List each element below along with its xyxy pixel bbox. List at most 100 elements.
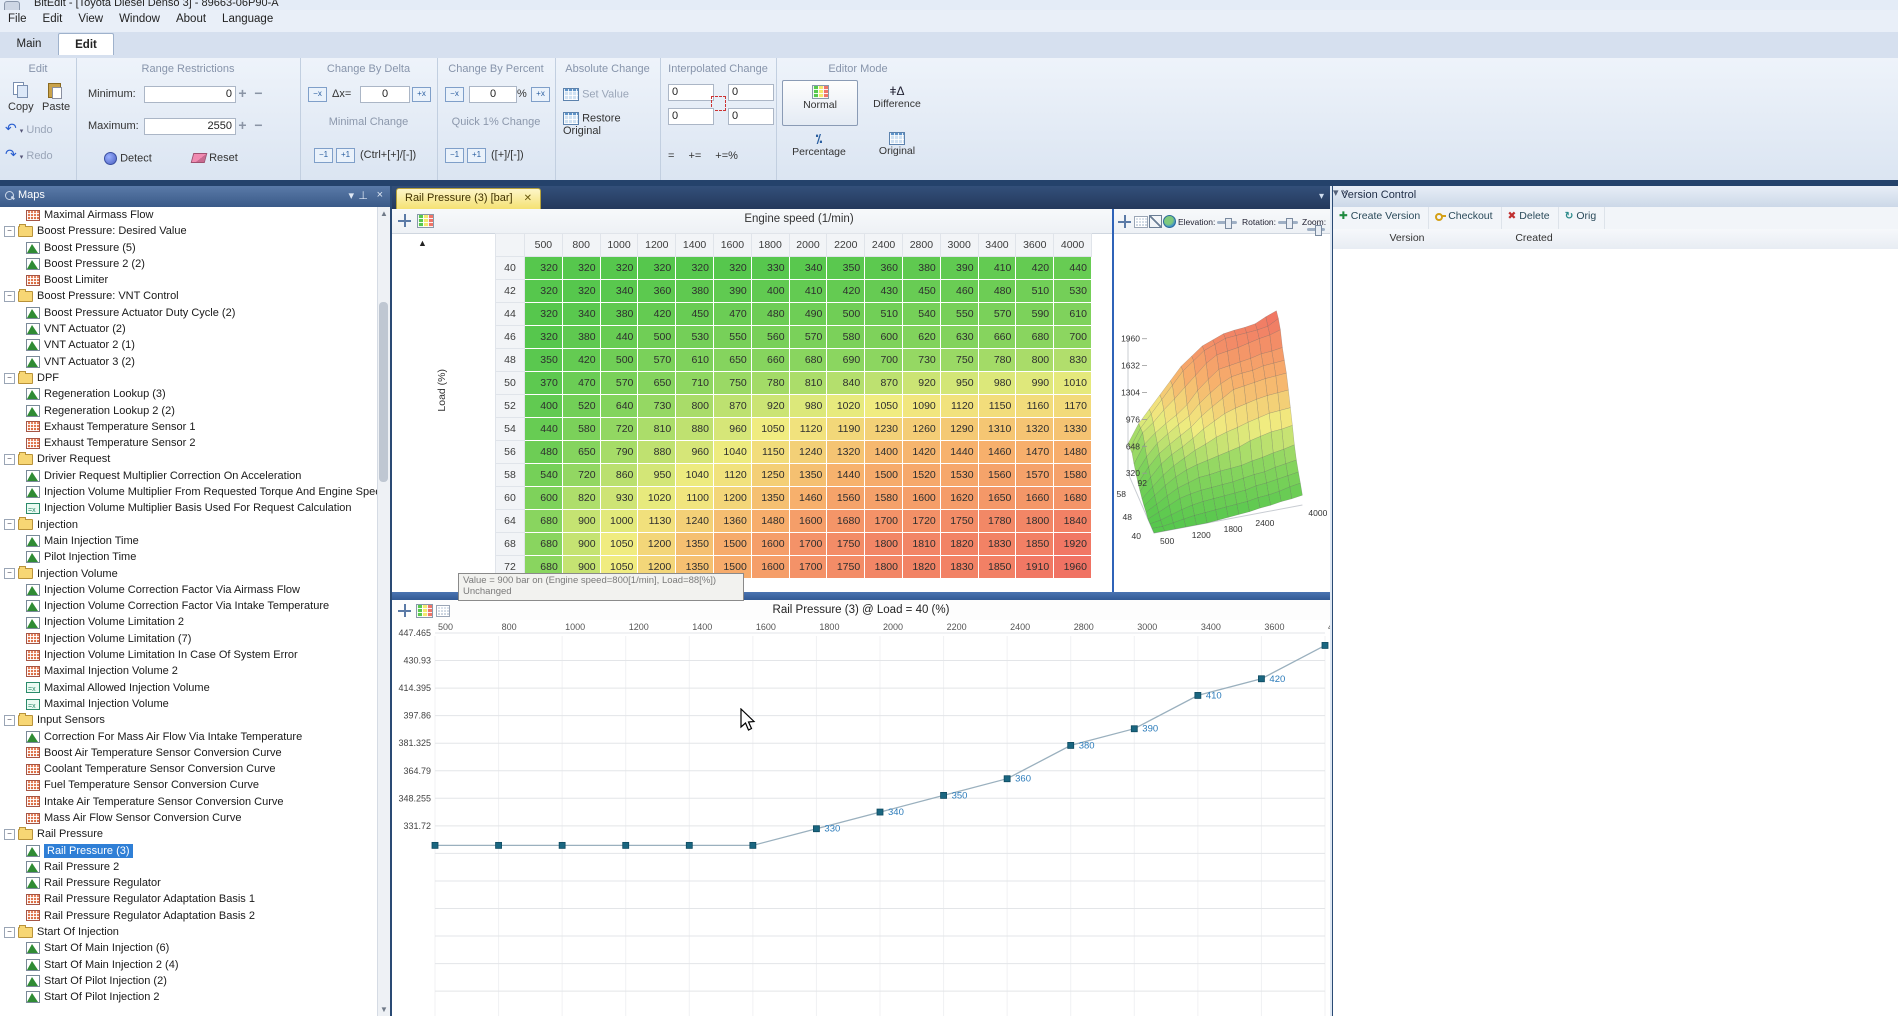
- version-toolbar-delete[interactable]: ✖ Delete: [1502, 207, 1559, 229]
- map-cell[interactable]: 1660: [1016, 487, 1054, 510]
- version-toolbar-create-version[interactable]: ✚ Create Version: [1333, 207, 1429, 229]
- tree-expander-icon[interactable]: −: [4, 226, 15, 237]
- map-cell[interactable]: 980: [789, 395, 827, 418]
- menu-item-language[interactable]: Language: [214, 10, 281, 28]
- minimum-increase-button[interactable]: +: [236, 85, 249, 101]
- scrollbar-thumb[interactable]: [379, 302, 388, 482]
- menu-item-edit[interactable]: Edit: [35, 10, 71, 28]
- surface-3d-plot[interactable]: 1960163213049766483209258484050012001800…: [1114, 233, 1330, 592]
- map-cell[interactable]: 390: [713, 280, 751, 303]
- map-cell[interactable]: 320: [600, 257, 638, 280]
- map-cell[interactable]: 700: [865, 349, 903, 372]
- map-cell[interactable]: 690: [827, 349, 865, 372]
- tree-item[interactable]: Rail Pressure Regulator: [0, 875, 378, 891]
- map-cell[interactable]: 730: [638, 395, 676, 418]
- quick-decrease-button[interactable]: −1: [445, 148, 464, 163]
- wireframe-icon[interactable]: [1149, 215, 1162, 228]
- data-point[interactable]: [1195, 692, 1201, 698]
- map-cell[interactable]: 1150: [978, 395, 1016, 418]
- map-cell[interactable]: 340: [562, 303, 600, 326]
- map-cell[interactable]: 320: [638, 257, 676, 280]
- map-cell[interactable]: 1560: [978, 464, 1016, 487]
- tree-expander-icon[interactable]: −: [4, 927, 15, 938]
- grid-col-header[interactable]: 1600: [713, 234, 751, 257]
- map-cell[interactable]: 620: [902, 326, 940, 349]
- map-cell[interactable]: 380: [600, 303, 638, 326]
- interp-bottom-left-input[interactable]: 0: [668, 108, 714, 125]
- tree-item[interactable]: Mass Air Flow Sensor Conversion Curve: [0, 810, 378, 826]
- grid-row-header[interactable]: 56: [496, 441, 525, 464]
- map-cell[interactable]: 320: [525, 280, 563, 303]
- map-cell[interactable]: 1440: [827, 464, 865, 487]
- map-cell[interactable]: 520: [562, 395, 600, 418]
- map-cell[interactable]: 630: [940, 326, 978, 349]
- map-cell[interactable]: 570: [789, 326, 827, 349]
- tree-item[interactable]: Maximal Allowed Injection Volume: [0, 680, 378, 696]
- restore-original-button[interactable]: Restore Original: [563, 112, 660, 137]
- tree-item[interactable]: Rail Pressure Regulator Adaptation Basis…: [0, 908, 378, 924]
- map-cell[interactable]: 830: [1054, 349, 1092, 372]
- editor-mode-difference[interactable]: ǂΔDifference: [860, 80, 934, 124]
- grid-col-header[interactable]: 3400: [978, 234, 1016, 257]
- map-cell[interactable]: 1000: [600, 510, 638, 533]
- map-cell[interactable]: 1700: [789, 533, 827, 556]
- ribbon-tab-edit[interactable]: Edit: [58, 33, 114, 55]
- tree-item[interactable]: VNT Actuator 3 (2): [0, 354, 378, 370]
- interp-bottom-right-input[interactable]: 0: [728, 108, 774, 125]
- scroll-up-icon[interactable]: ▲: [378, 207, 390, 220]
- map-cell[interactable]: 330: [751, 257, 789, 280]
- tree-item[interactable]: Boost Limiter: [0, 272, 378, 288]
- minimal-increase-button[interactable]: +1: [336, 148, 355, 163]
- map-cell[interactable]: 1290: [940, 418, 978, 441]
- interp-top-right-input[interactable]: 0: [728, 84, 774, 101]
- map-cell[interactable]: 460: [940, 280, 978, 303]
- map-cell[interactable]: 1620: [940, 487, 978, 510]
- map-cell[interactable]: 1120: [940, 395, 978, 418]
- tree-item[interactable]: Boost Pressure 2 (2): [0, 256, 378, 272]
- map-cell[interactable]: 1420: [902, 441, 940, 464]
- grid-col-header[interactable]: 500: [525, 234, 563, 257]
- grid-col-header[interactable]: 2000: [789, 234, 827, 257]
- grid-col-header[interactable]: 2200: [827, 234, 865, 257]
- map-cell[interactable]: 1100: [676, 487, 714, 510]
- map-cell[interactable]: 540: [902, 303, 940, 326]
- map-cell[interactable]: 1750: [827, 533, 865, 556]
- grid-row-header[interactable]: 64: [496, 510, 525, 533]
- map-cell[interactable]: 1040: [676, 464, 714, 487]
- map-cell[interactable]: 1350: [676, 533, 714, 556]
- version-toolbar-checkout[interactable]: Checkout: [1429, 207, 1501, 229]
- map-cell[interactable]: 1460: [978, 441, 1016, 464]
- data-point[interactable]: [750, 842, 756, 848]
- menu-item-about[interactable]: About: [168, 10, 214, 28]
- percent-add-button[interactable]: +x: [531, 87, 550, 102]
- pan-icon[interactable]: [1118, 215, 1131, 228]
- map-cell[interactable]: 1250: [751, 464, 789, 487]
- map-cell[interactable]: 1050: [865, 395, 903, 418]
- map-cell[interactable]: 990: [1016, 372, 1054, 395]
- map-cell[interactable]: 320: [562, 257, 600, 280]
- map-cell[interactable]: 650: [562, 441, 600, 464]
- map-cell[interactable]: 1700: [789, 556, 827, 579]
- tree-item[interactable]: −Driver Request: [0, 451, 378, 467]
- tree-item[interactable]: Regeneration Lookup (3): [0, 386, 378, 402]
- map-cell[interactable]: 500: [638, 326, 676, 349]
- map-cell[interactable]: 870: [713, 395, 751, 418]
- map-cell[interactable]: 880: [638, 441, 676, 464]
- interp-top-left-input[interactable]: 0: [668, 84, 714, 101]
- tree-item[interactable]: Pilot Injection Time: [0, 549, 378, 565]
- maximum-increase-button[interactable]: +: [236, 117, 249, 133]
- map-cell[interactable]: 1750: [940, 510, 978, 533]
- tab-list-chevron-icon[interactable]: ▾: [1319, 191, 1324, 202]
- data-point[interactable]: [1068, 742, 1074, 748]
- map-cell[interactable]: 880: [676, 418, 714, 441]
- panel-menu-chevron-icon[interactable]: ▾: [348, 189, 354, 202]
- map-cell[interactable]: 440: [525, 418, 563, 441]
- tree-item[interactable]: Exhaust Temperature Sensor 1: [0, 419, 378, 435]
- map-cell[interactable]: 650: [638, 372, 676, 395]
- tree-item[interactable]: −Boost Pressure: VNT Control: [0, 288, 378, 304]
- map-cell[interactable]: 600: [865, 326, 903, 349]
- tree-item[interactable]: VNT Actuator 2 (1): [0, 337, 378, 353]
- tree-expander-icon[interactable]: −: [4, 519, 15, 530]
- map-cell[interactable]: 1230: [865, 418, 903, 441]
- map-cell[interactable]: 1260: [902, 418, 940, 441]
